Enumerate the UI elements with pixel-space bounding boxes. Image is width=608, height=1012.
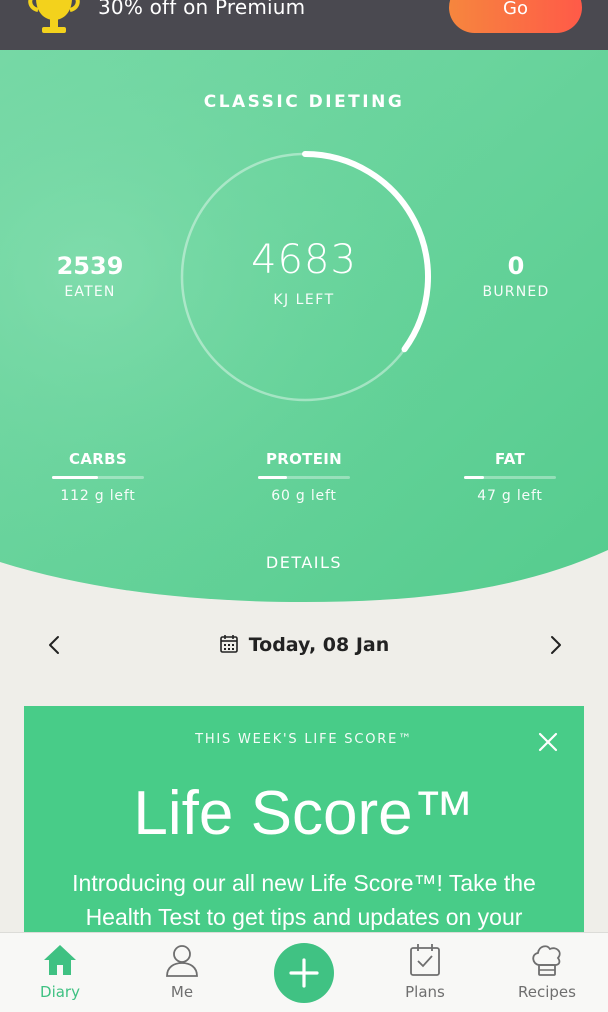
tab-label: Plans xyxy=(405,983,445,1001)
macro-remaining: 60 g left xyxy=(271,488,337,504)
tab-me[interactable]: Me xyxy=(132,943,232,1001)
tab-label: Me xyxy=(170,983,194,1001)
go-button[interactable]: Go xyxy=(449,0,582,33)
calendar-icon xyxy=(219,635,238,653)
bottom-tab-bar: Diary Me Plans Recipes xyxy=(0,932,608,1012)
life-score-card[interactable]: THIS WEEK'S LIFE SCORE™ Life Score™ Intr… xyxy=(24,706,584,946)
dashboard-header: CLASSIC DIETING 2539 EATEN 4683 KJ LEFT … xyxy=(0,50,608,610)
plus-icon xyxy=(289,958,319,988)
close-icon[interactable] xyxy=(534,728,562,756)
chef-hat-icon xyxy=(532,945,561,976)
home-icon xyxy=(44,945,76,975)
macro-carbs: CARBS 112 g left xyxy=(51,450,145,504)
date-navigator: Today, 08 Jan xyxy=(0,620,608,672)
tab-plans[interactable]: Plans xyxy=(375,943,475,1001)
person-icon xyxy=(166,945,198,977)
macro-bar-fill xyxy=(258,476,288,479)
macro-name: CARBS xyxy=(69,450,127,468)
calendar-check-icon xyxy=(410,944,440,976)
tab-label: Diary xyxy=(40,983,80,1001)
card-eyebrow: THIS WEEK'S LIFE SCORE™ xyxy=(195,732,413,747)
trophy-icon xyxy=(28,0,80,33)
tab-diary[interactable]: Diary xyxy=(10,943,110,1001)
macro-bar xyxy=(258,476,350,479)
promo-text: 30% off on Premium xyxy=(98,0,306,19)
details-button[interactable]: DETAILS xyxy=(0,553,608,572)
burned-label: BURNED xyxy=(482,284,550,300)
macro-fat: FAT 47 g left xyxy=(463,450,557,504)
date-text: Today, 08 Jan xyxy=(248,634,390,656)
macro-bar-fill xyxy=(52,476,98,479)
card-body: Introducing our all new Life Score™! Tak… xyxy=(72,870,536,930)
macro-protein: PROTEIN 60 g left xyxy=(257,450,351,504)
promo-banner: 30% off on Premium Go xyxy=(0,0,608,50)
macro-bar xyxy=(52,476,144,479)
burned-value: 0 xyxy=(507,252,525,280)
add-entry-button[interactable] xyxy=(274,943,334,1003)
diet-type-title: CLASSIC DIETING xyxy=(203,92,405,112)
macro-name: FAT xyxy=(494,450,526,468)
macro-remaining: 47 g left xyxy=(477,488,543,504)
chevron-right-icon[interactable] xyxy=(540,630,570,660)
macro-name: PROTEIN xyxy=(265,450,342,468)
burned-stat: 0 BURNED xyxy=(446,252,586,300)
tab-label: Recipes xyxy=(518,983,576,1001)
macro-remaining: 112 g left xyxy=(60,488,136,504)
macro-bar xyxy=(464,476,556,479)
current-date[interactable]: Today, 08 Jan xyxy=(0,634,608,656)
card-headline: Life Score™ xyxy=(133,779,475,848)
macro-bar-fill xyxy=(464,476,485,479)
tab-recipes[interactable]: Recipes xyxy=(497,943,597,1001)
